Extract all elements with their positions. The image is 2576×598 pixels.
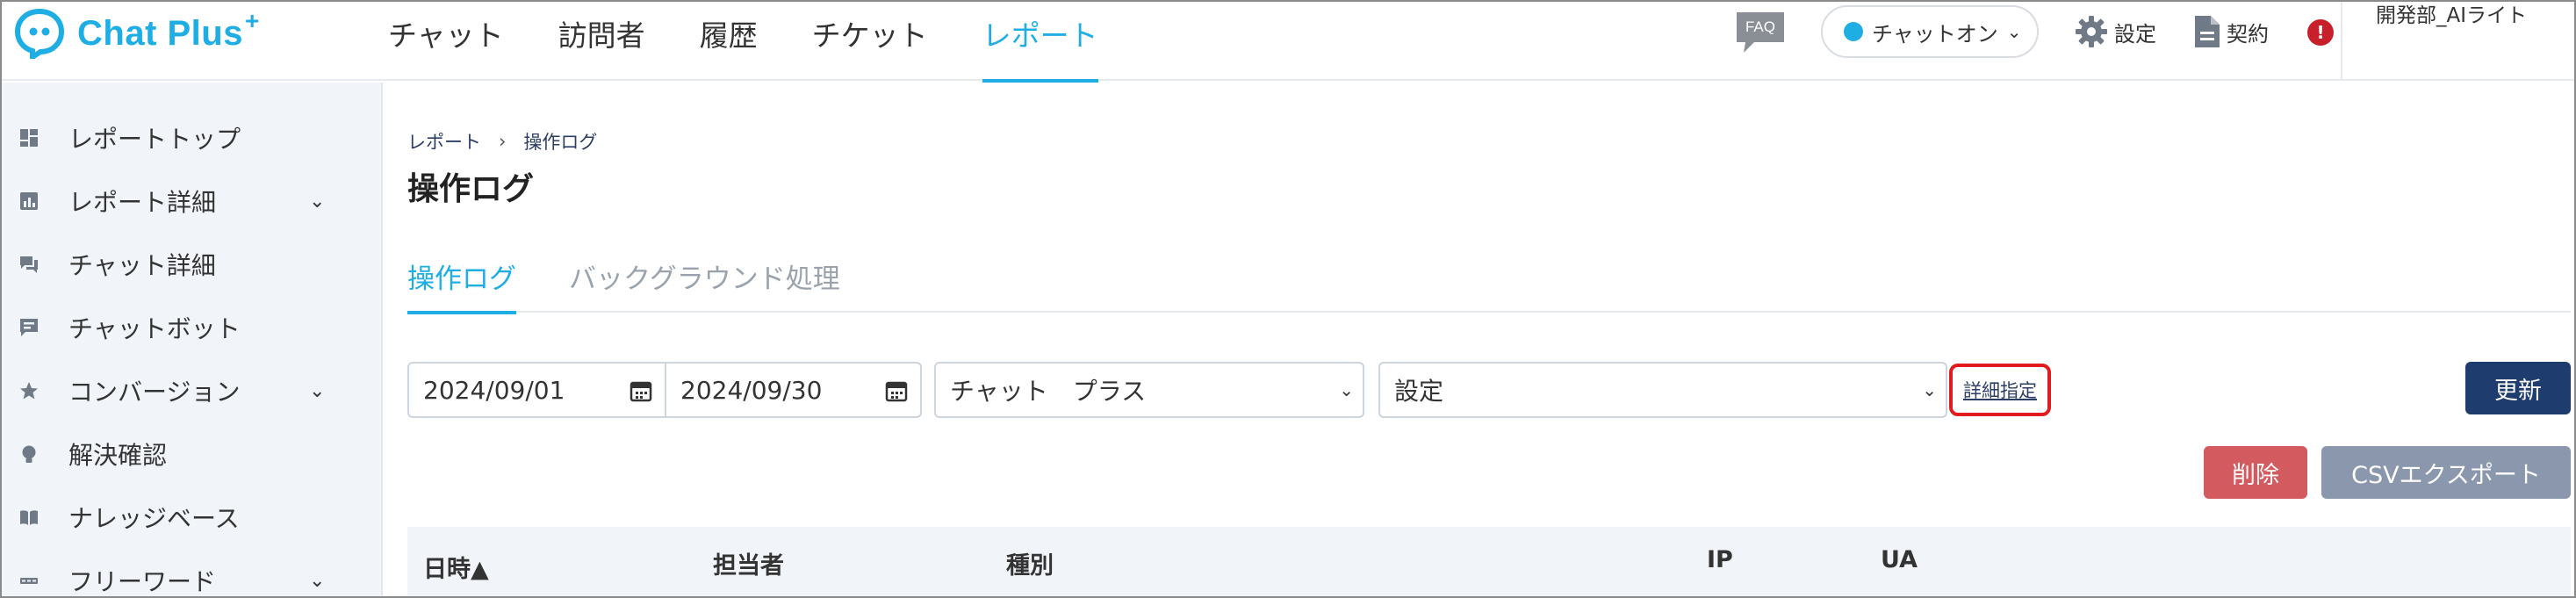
alert-icon[interactable]: ! xyxy=(2307,19,2334,46)
category-select-value: 設定 xyxy=(1394,377,1444,406)
nav-reports[interactable]: レポート xyxy=(982,2,1098,83)
dashboard-icon xyxy=(19,128,39,148)
tab-bar: 操作ログ バックグラウンド処理 xyxy=(407,253,2571,314)
main-content: レポート › 操作ログ 操作ログ 操作ログ バックグラウンド処理 2024/09… xyxy=(385,83,2574,596)
nav-history[interactable]: 履歴 xyxy=(700,2,758,81)
nav-chat[interactable]: チャット xyxy=(388,2,504,81)
chevron-down-icon[interactable]: ⌄ xyxy=(309,191,325,213)
chat-plus-logo-icon xyxy=(14,8,65,62)
date-to-input[interactable]: 2024/09/30 xyxy=(665,364,920,416)
breadcrumb-root[interactable]: レポート xyxy=(407,128,481,155)
book-icon xyxy=(19,508,39,527)
gear-icon xyxy=(2076,16,2107,47)
text-abc-icon xyxy=(19,571,39,590)
csv-export-button[interactable]: CSVエクスポート xyxy=(2321,446,2571,499)
breadcrumb-separator: › xyxy=(499,131,507,152)
top-header: Chat Plus + チャット 訪問者 履歴 チケット レポート FAQ チャ… xyxy=(2,2,2574,83)
sidebar-item-label: レポート詳細 xyxy=(68,188,217,217)
breadcrumb: レポート › 操作ログ xyxy=(407,128,597,155)
chevron-down-icon[interactable]: ⌄ xyxy=(309,380,325,402)
sidebar-item-knowledge-base[interactable]: ナレッジベース xyxy=(2,490,381,544)
contract-label: 契約 xyxy=(2227,21,2269,47)
main-nav: チャット 訪問者 履歴 チケット レポート xyxy=(388,2,1153,83)
chevron-down-icon: ⌄ xyxy=(1339,379,1354,400)
contract-link[interactable]: 契約 xyxy=(2193,12,2269,51)
operator-select[interactable]: チャット プラス ⌄ xyxy=(934,362,1364,418)
sidebar: レポートトップ レポート詳細 ⌄ チャット詳細 チャットボット コンバージョン … xyxy=(2,83,383,596)
column-header-operator: 担当者 xyxy=(713,552,784,580)
logo-text: Chat Plus xyxy=(77,13,243,53)
breadcrumb-current: 操作ログ xyxy=(523,132,598,153)
message-icon xyxy=(19,318,39,337)
document-icon xyxy=(2195,16,2220,47)
column-header-ip: IP xyxy=(1707,546,1733,573)
date-from-input[interactable]: 2024/09/01 xyxy=(409,364,665,416)
category-select[interactable]: 設定 ⌄ xyxy=(1378,362,1947,418)
faq-icon[interactable]: FAQ xyxy=(1735,11,1786,54)
sidebar-item-chat-detail[interactable]: チャット詳細 xyxy=(2,237,381,292)
logo-plus: + xyxy=(244,7,260,34)
chevron-down-icon: ⌄ xyxy=(2006,21,2022,42)
app-logo[interactable]: Chat Plus + xyxy=(14,7,260,62)
sidebar-item-conversion[interactable]: コンバージョン ⌄ xyxy=(2,364,381,418)
bar-chart-icon xyxy=(19,191,39,211)
user-menu[interactable]: 開発部_AIライト xyxy=(2376,2,2569,30)
column-header-ua: UA xyxy=(1881,546,1918,573)
tab-background-processing[interactable]: バックグラウンド処理 xyxy=(569,253,840,313)
operator-select-value: チャット プラス xyxy=(950,377,1147,406)
column-header-type: 種別 xyxy=(1006,552,1054,580)
calendar-icon xyxy=(630,381,652,402)
tab-operation-log[interactable]: 操作ログ xyxy=(407,253,516,314)
sidebar-item-label: 解決確認 xyxy=(68,441,168,470)
sidebar-item-label: フリーワード xyxy=(68,567,217,596)
delete-button[interactable]: 削除 xyxy=(2204,446,2307,499)
sidebar-item-chatbot[interactable]: チャットボット xyxy=(2,300,381,355)
sidebar-item-label: チャット詳細 xyxy=(68,251,216,280)
calendar-icon xyxy=(885,381,908,402)
lightbulb-icon xyxy=(19,444,39,464)
nav-tickets[interactable]: チケット xyxy=(812,2,928,81)
sidebar-item-label: チャットボット xyxy=(68,314,241,343)
sidebar-item-report-detail[interactable]: レポート詳細 ⌄ xyxy=(2,174,381,228)
table-header-row: 日時▲ 担当者 種別 IP UA xyxy=(407,527,2571,596)
chat-status-label: チャットオン xyxy=(1872,21,1998,47)
date-range-picker: 2024/09/01 2024/09/30 xyxy=(407,362,922,418)
page-title: 操作ログ xyxy=(407,171,535,207)
app-window: Chat Plus + チャット 訪問者 履歴 チケット レポート FAQ チャ… xyxy=(0,0,2576,598)
faq-label: FAQ xyxy=(1745,18,1775,35)
date-from-value: 2024/09/01 xyxy=(423,375,565,405)
status-dot-icon xyxy=(1844,22,1863,41)
settings-label: 設定 xyxy=(2114,21,2156,47)
detail-filter-link[interactable]: 詳細指定 xyxy=(1949,364,2051,416)
settings-link[interactable]: 設定 xyxy=(2074,12,2156,51)
chevron-down-icon[interactable]: ⌄ xyxy=(309,570,325,592)
sidebar-item-freeword[interactable]: フリーワード ⌄ xyxy=(2,553,381,596)
nav-visitors[interactable]: 訪問者 xyxy=(558,2,645,81)
chat-bubbles-icon xyxy=(19,255,39,274)
sidebar-item-resolution[interactable]: 解決確認 xyxy=(2,427,381,481)
sidebar-item-report-top[interactable]: レポートトップ xyxy=(2,111,381,165)
chat-status-toggle[interactable]: チャットオン ⌄ xyxy=(1821,5,2039,58)
sidebar-item-label: コンバージョン xyxy=(68,378,241,407)
date-to-value: 2024/09/30 xyxy=(680,375,823,405)
column-header-datetime[interactable]: 日時▲ xyxy=(423,550,489,584)
update-button[interactable]: 更新 xyxy=(2465,362,2571,414)
sidebar-item-label: レポートトップ xyxy=(68,125,241,154)
sidebar-item-label: ナレッジベース xyxy=(68,504,240,533)
chevron-down-icon: ⌄ xyxy=(1922,379,1937,400)
header-divider xyxy=(2341,2,2342,79)
star-icon xyxy=(19,381,39,400)
